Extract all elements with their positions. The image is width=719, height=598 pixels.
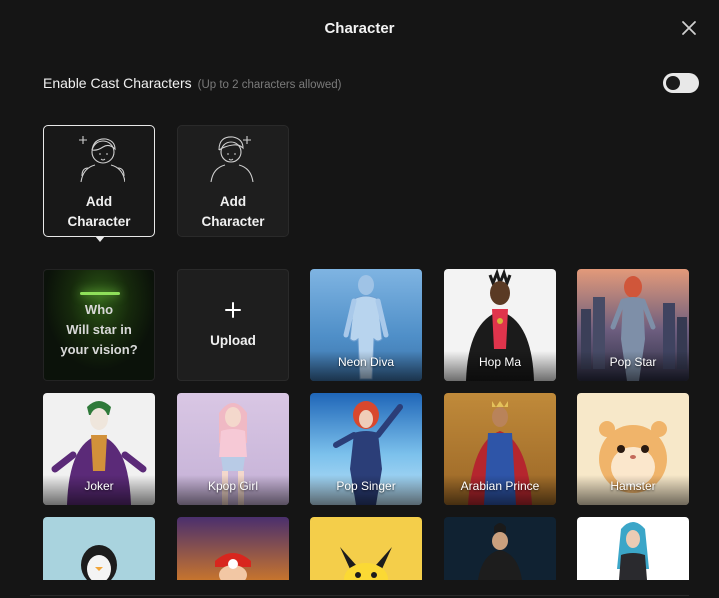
penguin-figure (81, 545, 117, 580)
character-name: Joker (84, 479, 114, 493)
character-name: Hop Ma (478, 355, 522, 369)
character-outline-icon (79, 136, 125, 182)
character-tile[interactable] (43, 517, 155, 580)
selected-slot-caret (95, 236, 105, 242)
character-name: Hamster (610, 479, 656, 493)
character-tile[interactable]: Neon Diva (310, 269, 422, 381)
character-name: Pop Star (609, 355, 657, 369)
character-tile[interactable] (310, 517, 422, 580)
character-tile[interactable] (444, 517, 556, 580)
close-icon[interactable] (680, 19, 698, 37)
character-tile[interactable]: Pop Star (577, 269, 689, 381)
enable-cast-hint: (Up to 2 characters allowed) (197, 79, 342, 91)
character-tile[interactable] (177, 517, 289, 580)
dialog-title: Character (324, 20, 395, 37)
spotlight-lamp (80, 292, 120, 295)
character-name: Neon Diva (337, 355, 395, 369)
character-outline-icon (210, 136, 254, 182)
blue-hair-girl-figure (617, 522, 649, 580)
character-tile[interactable]: Hop Ma (444, 269, 556, 381)
plus-icon (225, 302, 241, 318)
add-character-slot-1[interactable]: Add Character (43, 125, 155, 237)
upload-label: Upload (210, 333, 256, 348)
character-tile[interactable] (577, 517, 689, 580)
add-character-label: Add Character (201, 194, 265, 229)
enable-cast-row: Enable Cast Characters (Up to 2 character… (43, 75, 341, 91)
character-name: Kpop Girl (207, 479, 259, 493)
enable-cast-toggle[interactable] (663, 73, 699, 93)
character-name: Arabian Prince (460, 479, 540, 493)
rapper-figure (478, 523, 522, 580)
add-character-label: Add Character (67, 194, 131, 229)
footer-divider (30, 595, 689, 596)
plumber-figure (215, 553, 251, 580)
character-tile[interactable]: Pop Singer (310, 393, 422, 505)
character-tile[interactable]: Arabian Prince (444, 393, 556, 505)
pikachu-figure (340, 547, 392, 580)
character-tile[interactable]: Kpop Girl (177, 393, 289, 505)
who-will-star-tile: Who Will star in your vision? (43, 269, 155, 381)
character-tile[interactable]: Joker (43, 393, 155, 505)
add-character-slot-2[interactable]: Add Character (177, 125, 289, 237)
upload-tile[interactable]: Upload (177, 269, 289, 381)
character-name: Pop Singer (336, 479, 396, 493)
character-tile[interactable]: Hamster (577, 393, 689, 505)
toggle-knob (666, 76, 680, 90)
who-will-star-text: Who Will star in your vision? (60, 302, 138, 357)
enable-cast-label: Enable Cast Characters (43, 75, 192, 91)
